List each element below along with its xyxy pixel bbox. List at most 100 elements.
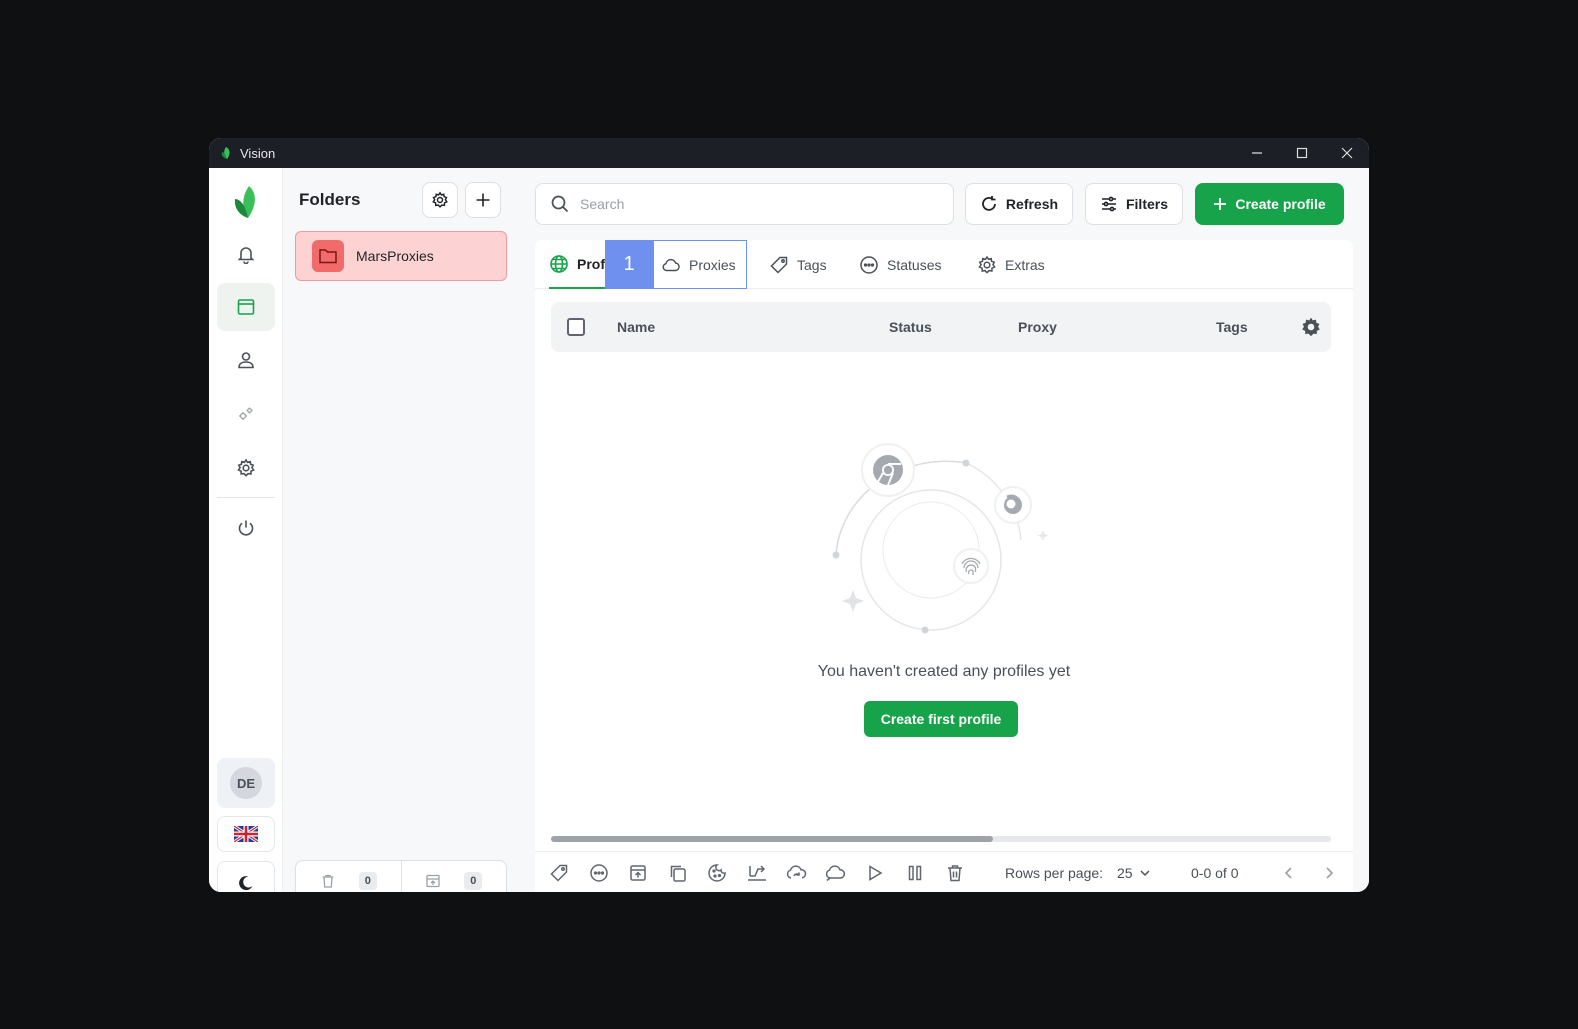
theme-toggle-button[interactable]	[217, 861, 275, 892]
more-circle-icon	[860, 255, 878, 274]
create-profile-button[interactable]: Create profile	[1195, 183, 1344, 225]
bulk-delete-button[interactable]	[943, 861, 967, 885]
bell-icon	[237, 247, 255, 264]
copy-icon	[670, 865, 686, 882]
close-button[interactable]	[1324, 138, 1369, 168]
folder-color-badge	[312, 240, 344, 272]
gears-icon	[239, 407, 253, 420]
plus-icon	[476, 193, 490, 207]
window-title: Vision	[240, 145, 276, 161]
bulk-move-folder-button[interactable]	[626, 861, 650, 885]
column-tags[interactable]: Tags	[1216, 319, 1248, 335]
bulk-action-bar: Rows per page: 25 0-0 of 0	[535, 851, 1353, 892]
cloud-proxy-icon	[825, 865, 846, 882]
folders-panel: Folders MarsProxies 0 0	[283, 168, 519, 892]
rail-profiles[interactable]	[217, 283, 275, 331]
bulk-cookies-button[interactable]	[705, 861, 729, 885]
browser-window-icon	[237, 299, 255, 315]
refresh-button[interactable]: Refresh	[965, 183, 1073, 225]
trash-icon	[948, 865, 962, 882]
create-first-profile-button[interactable]: Create first profile	[864, 701, 1018, 737]
tab-extras[interactable]: Extras	[977, 240, 1045, 289]
table-header: Name Status Proxy Tags	[551, 302, 1331, 352]
trash-button[interactable]: 0	[296, 861, 401, 892]
rail-settings[interactable]	[217, 444, 275, 492]
gear-icon	[432, 191, 448, 208]
next-page-button[interactable]	[1317, 861, 1341, 885]
tab-statuses[interactable]: Statuses	[859, 240, 941, 289]
archive-button[interactable]: 0	[400, 861, 507, 892]
tab-profiles-label: Prof	[577, 255, 605, 272]
search-box[interactable]	[535, 183, 954, 225]
maximize-button[interactable]	[1279, 138, 1324, 168]
bulk-start-button[interactable]	[863, 861, 887, 885]
folder-name: MarsProxies	[356, 248, 434, 264]
tab-tags[interactable]: Tags	[769, 240, 827, 289]
column-settings-button[interactable]	[1300, 316, 1322, 338]
rows-per-page-value: 25	[1117, 865, 1133, 881]
cookie-icon	[708, 864, 726, 882]
user-avatar-button[interactable]: DE	[217, 758, 275, 808]
folder-icon	[319, 249, 337, 264]
empty-state-message: You haven't created any profiles yet	[817, 663, 1071, 680]
rail-divider	[217, 497, 275, 498]
power-icon	[238, 520, 254, 536]
pause-icon	[908, 865, 922, 881]
bulk-transfer-button[interactable]	[745, 861, 769, 885]
bulk-copy-button[interactable]	[666, 861, 690, 885]
rows-per-page-label: Rows per page:	[1005, 865, 1104, 881]
avatar: DE	[230, 767, 262, 799]
profiles-card: Prof 1 Proxies Tags Statuses Extras Name…	[535, 240, 1353, 892]
archive-count: 0	[464, 871, 483, 890]
gear-icon	[237, 458, 255, 477]
tab-statuses-label: Statuses	[887, 256, 942, 273]
prev-page-button[interactable]	[1277, 861, 1301, 885]
column-status[interactable]: Status	[889, 319, 932, 335]
cloud-sync-icon	[786, 865, 807, 879]
scrollbar-thumb[interactable]	[551, 836, 993, 842]
rail-users[interactable]	[217, 336, 275, 384]
app-window: Vision DE Folders MarsProxies 0 0 Search…	[209, 138, 1369, 892]
firefox-icon	[1004, 494, 1022, 514]
bulk-stop-button[interactable]	[903, 861, 927, 885]
rail-logo[interactable]	[217, 178, 275, 226]
chevron-left-icon	[1284, 867, 1292, 879]
folder-footer: 0 0	[295, 860, 507, 892]
plus-icon	[1214, 198, 1227, 210]
bulk-proxy-button[interactable]	[823, 861, 847, 885]
add-folder-button[interactable]	[465, 182, 501, 218]
column-proxy[interactable]: Proxy	[1018, 319, 1057, 335]
chrome-icon	[873, 455, 903, 486]
folder-item[interactable]: MarsProxies	[295, 231, 507, 281]
select-all-checkbox[interactable]	[567, 318, 585, 336]
minimize-button[interactable]	[1234, 138, 1279, 168]
bulk-tag-button[interactable]	[547, 861, 571, 885]
folders-title: Folders	[299, 190, 361, 209]
main-area: Refresh Filters Create profile Prof 1	[519, 168, 1369, 892]
rail-automation[interactable]	[217, 390, 275, 438]
search-icon	[551, 195, 569, 213]
folder-settings-button[interactable]	[422, 182, 458, 218]
bulk-status-button[interactable]	[587, 861, 611, 885]
left-rail: DE	[209, 168, 283, 892]
refresh-icon	[982, 196, 996, 211]
tab-proxies[interactable]: Proxies	[661, 240, 736, 289]
column-name[interactable]: Name	[617, 319, 655, 335]
horizontal-scrollbar[interactable]	[551, 836, 1331, 842]
search-input[interactable]	[580, 196, 940, 212]
filters-label: Filters	[1125, 196, 1168, 212]
refresh-label: Refresh	[1005, 196, 1059, 212]
rows-per-page-select[interactable]: 25	[1117, 865, 1151, 881]
empty-state-illustration	[832, 443, 1049, 634]
bulk-cloud-sync-button[interactable]	[784, 861, 808, 885]
rail-power[interactable]	[217, 504, 275, 552]
pagination-range: 0-0 of 0	[1191, 865, 1239, 881]
gear-icon	[1302, 317, 1320, 337]
maximize-icon	[1296, 147, 1307, 159]
tab-extras-label: Extras	[1005, 256, 1045, 273]
rail-notifications[interactable]	[217, 230, 275, 278]
filters-button[interactable]: Filters	[1085, 183, 1183, 225]
language-button[interactable]	[217, 816, 275, 852]
close-icon	[1341, 147, 1352, 159]
transfer-icon	[748, 865, 766, 881]
